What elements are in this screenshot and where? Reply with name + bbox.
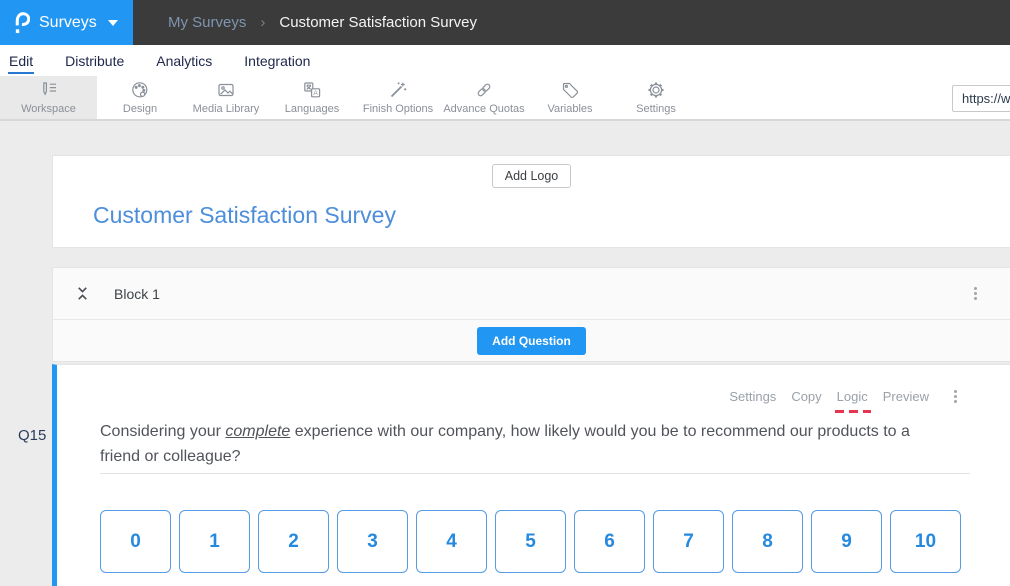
toolbar-item-settings[interactable]: Settings <box>613 76 699 119</box>
breadcrumb-my-surveys[interactable]: My Surveys <box>168 14 246 31</box>
toolbar-item-label: Advance Quotas <box>443 103 524 115</box>
magic-wand-icon <box>388 80 408 100</box>
question-copy-link[interactable]: Copy <box>791 389 821 404</box>
toolbar-item-label: Variables <box>547 103 592 115</box>
toolbar-item-label: Settings <box>636 103 676 115</box>
question-actions: Settings Copy Logic Preview <box>57 388 1010 404</box>
breadcrumb-current-survey: Customer Satisfaction Survey <box>279 14 477 31</box>
question-settings-link[interactable]: Settings <box>729 389 776 404</box>
survey-editor-content: Add Logo Customer Satisfaction Survey Bl… <box>0 121 1010 586</box>
survey-title[interactable]: Customer Satisfaction Survey <box>93 202 1010 229</box>
chain-links-icon <box>474 80 494 100</box>
question-text[interactable]: Considering your complete experience wit… <box>100 419 940 469</box>
block-card: Block 1 Add Question <box>52 267 1010 362</box>
tab-distribute[interactable]: Distribute <box>64 48 125 74</box>
translate-icon: A <box>302 80 322 100</box>
question-text-emphasis: complete <box>225 423 290 440</box>
add-question-button[interactable]: Add Question <box>477 327 586 355</box>
collapse-block-button[interactable] <box>74 285 91 302</box>
nps-scale: 0 1 2 3 4 5 6 7 8 9 10 <box>100 510 1010 573</box>
survey-url-input[interactable] <box>952 85 1010 112</box>
question-preview-link[interactable]: Preview <box>883 389 929 404</box>
questionpro-logo-icon <box>13 11 30 34</box>
toolbar-item-label: Finish Options <box>363 103 433 115</box>
question-section: Q15 Settings Copy Logic Preview Consider… <box>0 364 1010 586</box>
toolbar-item-design[interactable]: Design <box>97 76 183 119</box>
block-header: Block 1 <box>53 268 1010 320</box>
toolbar-item-label: Workspace <box>21 103 76 115</box>
breadcrumb: My Surveys › Customer Satisfaction Surve… <box>133 0 477 45</box>
breadcrumb-separator: › <box>260 14 265 31</box>
nps-option-1[interactable]: 1 <box>179 510 250 573</box>
tab-analytics[interactable]: Analytics <box>155 48 213 74</box>
nps-option-7[interactable]: 7 <box>653 510 724 573</box>
toolbar-item-finish-options[interactable]: Finish Options <box>355 76 441 119</box>
question-text-divider <box>100 473 970 474</box>
question-card: Settings Copy Logic Preview Considering … <box>52 364 1010 586</box>
nps-option-2[interactable]: 2 <box>258 510 329 573</box>
surveys-menu-label: Surveys <box>39 14 97 32</box>
question-text-part: Considering your <box>100 423 225 440</box>
nps-option-0[interactable]: 0 <box>100 510 171 573</box>
surveys-menu-button[interactable]: Surveys <box>0 0 133 45</box>
edit-toolbar: Workspace Design Media Library A Languag… <box>0 76 1010 121</box>
question-menu-button[interactable] <box>951 387 960 406</box>
toolbar-item-languages[interactable]: A Languages <box>269 76 355 119</box>
collapse-icon <box>74 285 91 302</box>
add-logo-button[interactable]: Add Logo <box>492 164 572 188</box>
toolbar-item-label: Languages <box>285 103 339 115</box>
toolbar-item-workspace[interactable]: Workspace <box>0 76 97 119</box>
top-header: Surveys My Surveys › Customer Satisfacti… <box>0 0 1010 45</box>
question-number: Q15 <box>18 427 46 444</box>
toolbar-item-variables[interactable]: Variables <box>527 76 613 119</box>
toolbar-item-advance-quotas[interactable]: Advance Quotas <box>441 76 527 119</box>
tab-edit[interactable]: Edit <box>8 48 34 74</box>
block-menu-button[interactable] <box>971 284 980 303</box>
main-nav-tabs: Edit Distribute Analytics Integration <box>0 45 1010 76</box>
nps-option-10[interactable]: 10 <box>890 510 961 573</box>
nps-option-8[interactable]: 8 <box>732 510 803 573</box>
logo-row: Add Logo <box>53 164 1010 188</box>
nps-option-6[interactable]: 6 <box>574 510 645 573</box>
image-icon <box>216 80 236 100</box>
nps-option-3[interactable]: 3 <box>337 510 408 573</box>
workspace-icon <box>39 80 59 100</box>
question-logic-link[interactable]: Logic <box>837 389 868 404</box>
nps-option-4[interactable]: 4 <box>416 510 487 573</box>
chevron-down-icon <box>108 20 118 26</box>
gear-icon <box>646 80 666 100</box>
nps-option-5[interactable]: 5 <box>495 510 566 573</box>
block-title: Block 1 <box>114 286 160 302</box>
svg-text:A: A <box>313 90 318 97</box>
palette-icon <box>130 80 150 100</box>
survey-title-card: Add Logo Customer Satisfaction Survey <box>52 155 1010 248</box>
toolbar-item-label: Media Library <box>193 103 260 115</box>
tab-integration[interactable]: Integration <box>243 48 311 74</box>
toolbar-item-label: Design <box>123 103 157 115</box>
toolbar-item-media-library[interactable]: Media Library <box>183 76 269 119</box>
block-footer: Add Question <box>53 320 1010 361</box>
nps-option-9[interactable]: 9 <box>811 510 882 573</box>
tag-icon <box>560 80 580 100</box>
